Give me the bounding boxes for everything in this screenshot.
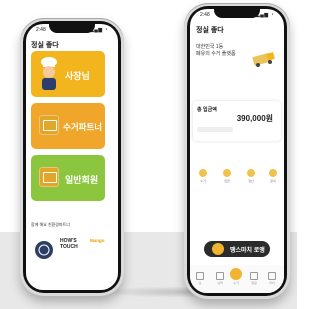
chef-icon: [41, 57, 57, 90]
status-time: 2:48: [36, 27, 46, 33]
greeting-line2: 폐유의 수거 플랫폼: [196, 50, 236, 57]
greeting: 대한민국 1등 폐유의 수거 플랫폼: [196, 44, 236, 57]
phone-screen-right: 2:48 ▂▄▆ ◔ 정실 좋다 대한민국 1등 폐유의 수거 플랫폼 총 입금…: [190, 9, 284, 293]
tab-label: 수거: [233, 281, 239, 285]
role-card-owner-label: 사장님: [65, 71, 90, 81]
balance-card[interactable]: 총 입금액 390,000원: [193, 101, 281, 141]
oil-truck-illustration: [252, 52, 275, 67]
role-card-partner[interactable]: 수거파트너: [31, 103, 105, 149]
quick-menu-item[interactable]: 문의: [267, 169, 279, 183]
tab-label: 마이: [269, 281, 275, 285]
bell-icon: [250, 272, 258, 280]
tab-alerts[interactable]: 알림: [248, 272, 260, 285]
quick-menu-item[interactable]: 정산: [245, 169, 257, 183]
role-card-member[interactable]: 일반회원: [31, 155, 105, 201]
user-icon: [268, 272, 276, 280]
settle-icon: [247, 169, 255, 177]
partner-emblem-icon: [35, 241, 53, 259]
partner-section-title: 함께 해요 친환경파트너: [31, 222, 71, 227]
box-icon: [39, 115, 59, 135]
banner-text: 땡스마치 로앵: [230, 248, 265, 254]
tab-home[interactable]: 홈: [194, 272, 206, 285]
promo-banner[interactable]: 땡스마치 로앵: [204, 241, 270, 257]
balance-detail-pill[interactable]: [197, 127, 233, 132]
tab-my[interactable]: 마이: [266, 272, 278, 285]
quick-menu: 수거 입금 정산 문의: [193, 169, 281, 199]
role-card-partner-label: 수거파트너: [63, 122, 103, 132]
quick-menu-item[interactable]: 입금: [221, 169, 233, 183]
app-logo: 정실 좋다: [31, 40, 59, 50]
app-logo: 정실 좋다: [196, 25, 224, 35]
phone-mockup-right: 2:48 ▂▄▆ ◔ 정실 좋다 대한민국 1등 폐유의 수거 플랫폼 총 입금…: [184, 3, 290, 299]
partner-logo-mango: Mango: [90, 238, 105, 243]
balance-title: 총 입금액: [197, 107, 217, 113]
app-logo-text: 정실 좋다: [196, 27, 224, 34]
notch: [214, 9, 260, 18]
quick-menu-item[interactable]: 수거: [197, 169, 209, 183]
inquiry-icon: [269, 169, 277, 177]
collect-icon: [199, 169, 207, 177]
phone-mockup-left: 2:48 ▂▄▆ ◔ 정실 좋다 사장님 수거파트너 일반회원 함께 해요 친환…: [20, 18, 124, 296]
phone-screen-left: 2:48 ▂▄▆ ◔ 정실 좋다 사장님 수거파트너 일반회원 함께 해요 친환…: [26, 24, 118, 290]
balance-amount: 390,000원: [236, 114, 273, 123]
box-icon: [39, 167, 59, 187]
role-card-owner[interactable]: 사장님: [31, 51, 105, 97]
home-icon: [196, 272, 204, 280]
partner-logo-row: HOW'S TOUCH Mango: [30, 238, 110, 266]
tab-label: 홈: [198, 281, 202, 285]
partner-logo-howstouch: HOW'S TOUCH: [60, 238, 78, 250]
tab-history[interactable]: 내역: [214, 272, 226, 285]
quick-menu-label: 입금: [224, 179, 230, 183]
tab-collect[interactable]: 수거: [230, 268, 242, 285]
collect-center-icon: [230, 268, 242, 280]
tab-label: 알림: [251, 281, 257, 285]
list-icon: [216, 272, 224, 280]
bottom-tab-bar: 홈 내역 수거 알림 마이: [190, 265, 284, 293]
banner-logo-icon: [212, 243, 224, 255]
status-time: 2:48: [200, 12, 210, 18]
deposit-icon: [223, 169, 231, 177]
quick-menu-label: 수거: [200, 179, 206, 183]
quick-menu-label: 문의: [270, 179, 276, 183]
notch: [49, 24, 95, 33]
role-card-member-label: 일반회원: [65, 175, 99, 185]
quick-menu-label: 정산: [248, 179, 254, 183]
tab-label: 내역: [217, 281, 223, 285]
app-logo-text: 정실 좋다: [31, 42, 59, 49]
